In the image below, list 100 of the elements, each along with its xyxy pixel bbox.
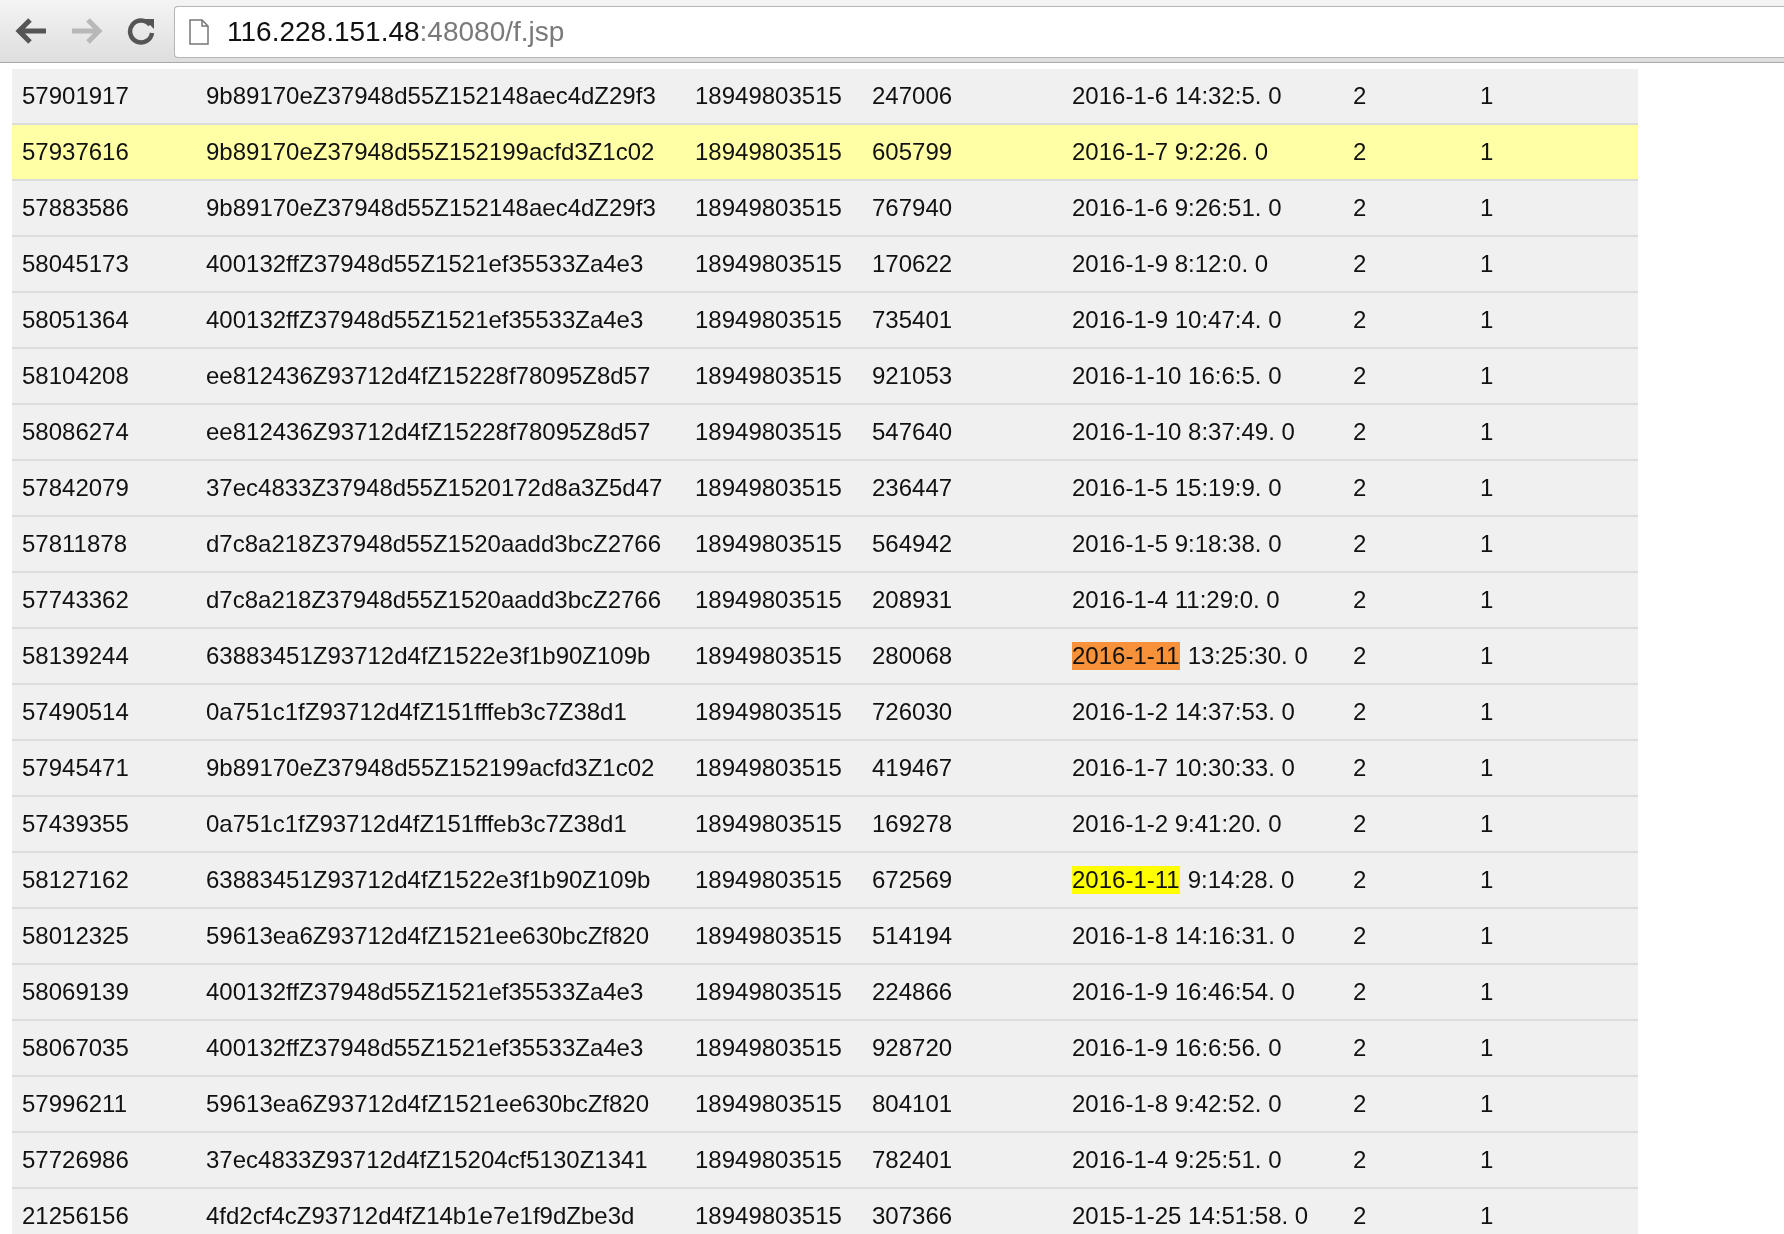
- url-path: :48080/f.jsp: [419, 16, 565, 48]
- table-cell-text: 247006: [871, 82, 954, 110]
- table-cell-text: 57996211: [21, 1090, 128, 1118]
- table-cell-text: 58045173: [21, 250, 130, 278]
- table-cell-text: 2016-1-10 16:6:5. 0: [1071, 362, 1283, 390]
- table-cell-text: 1: [1479, 810, 1495, 838]
- table-cell-text: 18949803515: [694, 194, 843, 222]
- table-cell-text: 58051364: [21, 306, 130, 334]
- table-cell-text: 400132ffZ37948d55Z1521ef35533Za4e3: [205, 978, 645, 1006]
- table-cell-text: 1: [1479, 586, 1495, 614]
- table-cell-text: 735401: [871, 306, 954, 334]
- table-cell-text: 2: [1352, 586, 1368, 614]
- table-cell-text: 4fd2cf4cZ93712d4fZ14b1e7e1f9dZbe3d: [205, 1202, 636, 1230]
- table-cell-text: 921053: [871, 362, 954, 390]
- table-cell-text: 58069139: [21, 978, 130, 1006]
- table-cell-text: 1: [1479, 418, 1495, 446]
- table-cell-text: 419467: [871, 754, 954, 782]
- table-cell-text: 2016-1-5 9:18:38. 0: [1071, 530, 1283, 558]
- table-cell-text: 58127162: [21, 866, 130, 894]
- table-cell-text: 18949803515: [694, 978, 843, 1006]
- table-cell-text: 2: [1352, 82, 1368, 110]
- table-cell-text: 224866: [871, 978, 954, 1006]
- table-cell-text: 1: [1479, 922, 1495, 950]
- table-cell-text: 57811878: [21, 530, 128, 558]
- table-cell-text: 57726986: [21, 1146, 130, 1174]
- table-cell-text: 57901917: [21, 82, 130, 110]
- table-cell-text: 208931: [871, 586, 954, 614]
- table-cell-text: 2: [1352, 474, 1368, 502]
- highlighted-date: 2016-1-11: [1072, 642, 1180, 670]
- table-cell-text: 9b89170eZ37948d55Z152199acfd3Z1c02: [205, 138, 656, 166]
- table-cell-text: 0a751c1fZ93712d4fZ151fffeb3c7Z38d1: [205, 810, 628, 838]
- table-cell-text: 58139244: [21, 642, 130, 670]
- table-cell-text: 18949803515: [694, 810, 843, 838]
- table-cell-text: 767940: [871, 194, 954, 222]
- table-cell-text: 2016-1-10 8:37:49. 0: [1071, 418, 1296, 446]
- table-cell-text: 1: [1479, 1146, 1495, 1174]
- table-cell-text: 58086274: [21, 418, 130, 446]
- table-cell-text: 1: [1479, 82, 1495, 110]
- table-cell-text: 2016-1-9 10:47:4. 0: [1071, 306, 1283, 334]
- table-cell-text: 1: [1479, 1202, 1495, 1230]
- table-cell-text: 1: [1479, 698, 1495, 726]
- table-cell-text: 2016-1-5 15:19:9. 0: [1071, 474, 1283, 502]
- table-cell-text: 672569: [871, 866, 954, 894]
- table-cell-text: 58012325: [21, 922, 130, 950]
- table-cell-text: 400132ffZ37948d55Z1521ef35533Za4e3: [205, 1034, 645, 1062]
- table-cell-text: 1: [1479, 474, 1495, 502]
- table-cell-text: 2016-1-2 9:41:20. 0: [1071, 810, 1283, 838]
- table-cell-text: 18949803515: [694, 82, 843, 110]
- table-cell-text: 2016-1-8 14:16:31. 0: [1071, 922, 1296, 950]
- table-cell-text: 1: [1479, 1090, 1495, 1118]
- table-cell-text: 2: [1352, 698, 1368, 726]
- table-cell-text: 63883451Z93712d4fZ1522e3f1b90Z109b: [205, 866, 652, 894]
- table-cell-text: 236447: [871, 474, 954, 502]
- table-cell-text: 2: [1352, 642, 1368, 670]
- table-cell-text: 2016-1-8 9:42:52. 0: [1071, 1090, 1283, 1118]
- table-cell-text: 1: [1479, 250, 1495, 278]
- table-cell-text: 18949803515: [694, 866, 843, 894]
- table-cell-text: 57883586: [21, 194, 130, 222]
- table-cell-text: 57439355: [21, 810, 130, 838]
- address-bar[interactable]: 116.228.151.48:48080/f.jsp: [174, 6, 1784, 58]
- table-cell-text: 2: [1352, 1202, 1368, 1230]
- table-cell-text: 170622: [871, 250, 954, 278]
- table-cell-text: 169278: [871, 810, 954, 838]
- table-cell-text: d7c8a218Z37948d55Z1520aadd3bcZ2766: [205, 530, 663, 558]
- table-cell-text: 2016-1-9 16:46:54. 0: [1071, 978, 1296, 1006]
- table-cell-text: 1: [1479, 978, 1495, 1006]
- table-cell-text: 400132ffZ37948d55Z1521ef35533Za4e3: [205, 250, 645, 278]
- table-cell-text: 2: [1352, 922, 1368, 950]
- table-cell-text: 2016-1-4 9:25:51. 0: [1071, 1146, 1283, 1174]
- table-cell-text: 18949803515: [694, 250, 843, 278]
- table-cell-text: 18949803515: [694, 754, 843, 782]
- table-cell-text: 1: [1479, 530, 1495, 558]
- table-cell-text: 18949803515: [694, 642, 843, 670]
- table-cell-text: 18949803515: [694, 362, 843, 390]
- table-cell-text: 2: [1352, 530, 1368, 558]
- table-cell-text: 2: [1352, 978, 1368, 1006]
- table-cell-text: 782401: [871, 1146, 954, 1174]
- time-text: 9:14:28. 0: [1187, 866, 1295, 894]
- table-cell-text: ee812436Z93712d4fZ15228f78095Z8d57: [205, 418, 652, 446]
- table-cell-text: 1: [1479, 138, 1495, 166]
- table-cell-text: 2: [1352, 754, 1368, 782]
- table-cell-text: 18949803515: [694, 1090, 843, 1118]
- table-cell-text: 2: [1352, 866, 1368, 894]
- table-cell-text: 2015-1-25 14:51:58. 0: [1071, 1202, 1310, 1230]
- table-cell-text: 18949803515: [694, 922, 843, 950]
- table-cell-text: 57743362: [21, 586, 130, 614]
- table-cell-text: 18949803515: [694, 474, 843, 502]
- table-cell-text: 2016-1-4 11:29:0. 0: [1071, 586, 1281, 614]
- table-cell-text: 59613ea6Z93712d4fZ1521ee630bcZf820: [205, 922, 651, 950]
- table-cell-text: 2016-1-7 10:30:33. 0: [1071, 754, 1296, 782]
- table-cell-text: 2: [1352, 810, 1368, 838]
- table-cell-text: 307366: [871, 1202, 954, 1230]
- table-cell-text: 9b89170eZ37948d55Z152199acfd3Z1c02: [205, 754, 656, 782]
- table-cell-text: 1: [1479, 362, 1495, 390]
- table-cell-text: ee812436Z93712d4fZ15228f78095Z8d57: [205, 362, 652, 390]
- table-cell-text: 547640: [871, 418, 954, 446]
- table-cell-text: 0a751c1fZ93712d4fZ151fffeb3c7Z38d1: [205, 698, 628, 726]
- page-icon: [189, 19, 209, 45]
- table-cell-text: 726030: [871, 698, 954, 726]
- table-cell-text: 2016-1-9 8:12:0. 0: [1071, 250, 1270, 278]
